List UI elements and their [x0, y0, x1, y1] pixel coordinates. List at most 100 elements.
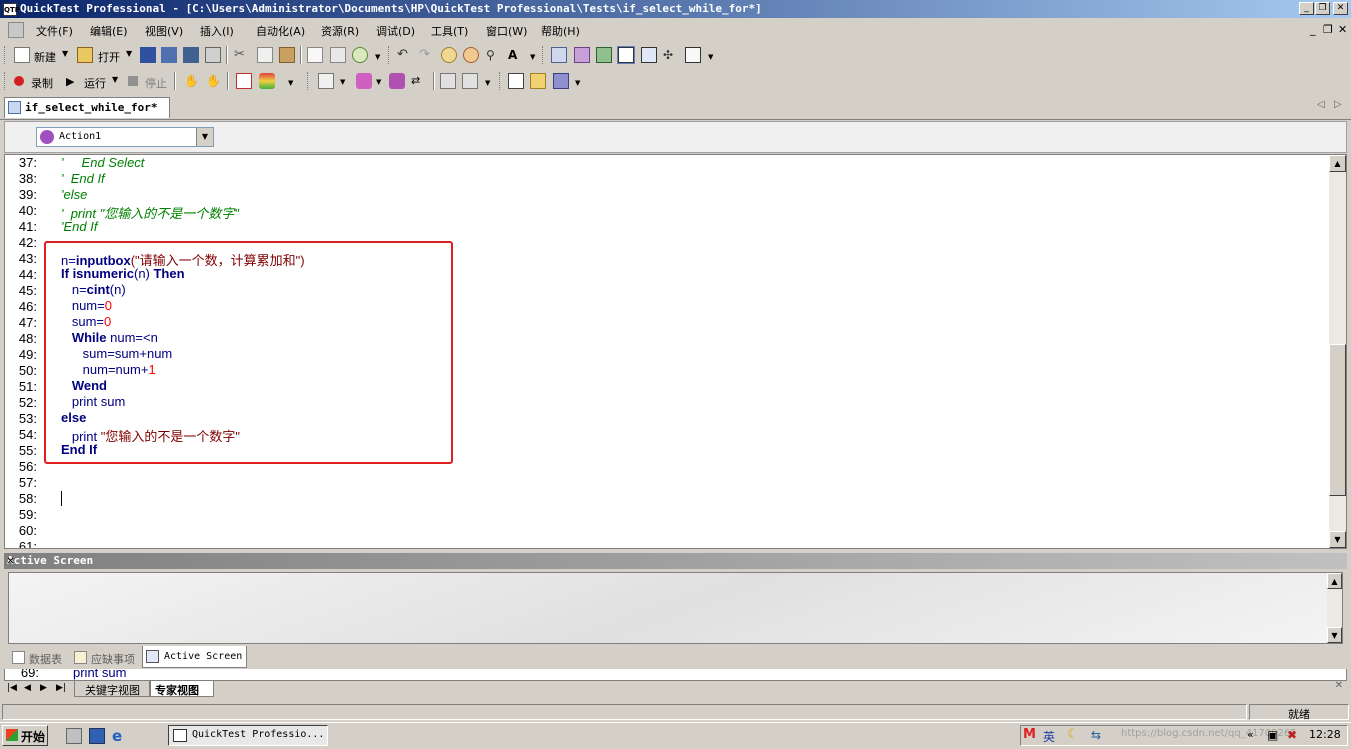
new-dropdown-icon[interactable]: ▼ [62, 49, 68, 58]
menu-window[interactable]: 窗口(W) [486, 23, 527, 39]
insert-step-icon[interactable] [318, 73, 334, 89]
missing-resources-icon[interactable] [530, 73, 546, 89]
resources-icon[interactable] [685, 47, 701, 63]
tray-expand-icon[interactable]: « [1247, 728, 1254, 741]
step-out-icon[interactable] [553, 73, 569, 89]
mdi-restore-icon[interactable]: ❐ [1323, 23, 1333, 36]
data-table-icon[interactable] [617, 46, 635, 64]
menu-file[interactable]: 文件(F) [36, 23, 73, 39]
tab-expert-view[interactable]: 专家视图 [150, 681, 214, 697]
stop-button-label[interactable]: 停止 [145, 75, 167, 91]
menu-tools[interactable]: 工具(T) [431, 23, 468, 39]
monitor-icon[interactable]: ▣ [1267, 728, 1278, 742]
run-icon[interactable]: ▶ [66, 75, 82, 91]
paste-icon[interactable] [279, 47, 295, 63]
scroll-down-icon[interactable]: ▼ [1329, 531, 1346, 548]
save-icon[interactable] [140, 47, 156, 63]
toolbar-overflow-icon[interactable]: ▼ [575, 79, 580, 87]
scroll-down-icon[interactable]: ▼ [1327, 627, 1342, 643]
network-icon[interactable]: ⇆ [1091, 728, 1101, 742]
tab-scroll-left-icon[interactable]: ◁ [1317, 99, 1325, 110]
code-line-comment[interactable]: ' End If [61, 171, 105, 186]
low-level-recording-icon[interactable]: ✋ [206, 73, 222, 89]
run-button-label[interactable]: 运行 [84, 75, 106, 91]
ie-browser-icon[interactable]: e [112, 727, 130, 745]
show-desktop-icon[interactable] [66, 728, 82, 744]
menu-debug[interactable]: 调试(D) [376, 23, 415, 39]
open-folder-icon[interactable] [77, 47, 93, 63]
tab-scroll-right-icon[interactable]: ▷ [1334, 99, 1342, 110]
code-line-comment[interactable]: ' End Select [61, 155, 144, 170]
replace-icon[interactable]: A [508, 47, 524, 63]
new-icon[interactable] [14, 47, 30, 63]
save-all-icon[interactable] [161, 47, 177, 63]
scroll-thumb[interactable] [1329, 344, 1346, 496]
comment-icon[interactable] [441, 47, 457, 63]
toolbar-overflow-icon[interactable]: ▼ [708, 53, 713, 61]
properties-icon[interactable] [330, 47, 346, 63]
editor-vertical-scrollbar[interactable]: ▲ ▼ [1329, 155, 1346, 548]
toolbar-overflow-icon[interactable]: ▼ [375, 53, 380, 61]
action-dropdown-icon[interactable]: ▼ [196, 128, 213, 146]
copy-icon[interactable] [257, 47, 273, 63]
active-screen-close-icon[interactable]: ✕ [7, 553, 1343, 567]
menu-automation[interactable]: 自动化(A) [256, 23, 305, 39]
object-spy-icon[interactable] [574, 47, 590, 63]
taskbar-app-qtp[interactable]: QuickTest Professio... [168, 725, 328, 746]
step-generator-icon[interactable]: ⇄ [411, 73, 427, 89]
tab-active-screen[interactable]: Active Screen [142, 646, 247, 668]
insert-step-dropdown-icon[interactable]: ▼ [340, 78, 345, 86]
first-page-icon[interactable]: |◀ [7, 683, 17, 693]
code-line-comment[interactable]: 'End If [61, 219, 97, 234]
undo-icon[interactable]: ↶ [397, 47, 413, 63]
ime-mode-icon[interactable]: 英 [1043, 728, 1055, 745]
menu-view[interactable]: 视图(V) [145, 23, 183, 39]
step-into-icon[interactable] [462, 73, 478, 89]
open-button-label[interactable]: 打开 [98, 49, 120, 65]
active-screen-scrollbar[interactable]: ▲ ▼ [1327, 573, 1342, 643]
minimize-button[interactable]: _ [1299, 2, 1314, 15]
toolbar-grip[interactable] [4, 72, 8, 90]
insert-call-dropdown-icon[interactable]: ▼ [376, 78, 381, 86]
error-icon[interactable]: ✖ [1287, 728, 1297, 742]
insert-action-icon[interactable] [389, 73, 405, 89]
toolbar-overflow-icon[interactable]: ▼ [288, 79, 293, 87]
menu-edit[interactable]: 编辑(E) [90, 23, 128, 39]
last-page-icon[interactable]: ▶| [56, 683, 66, 693]
find-icon[interactable]: ⚲ [486, 47, 502, 63]
save-with-resources-icon[interactable] [183, 47, 199, 63]
close-pane-icon[interactable]: ✕ [1335, 680, 1343, 691]
recovery-manager-icon[interactable] [596, 47, 612, 63]
qtp-app-icon[interactable]: QTP [3, 3, 20, 16]
redo-icon[interactable]: ↷ [419, 47, 435, 63]
mdi-doc-icon[interactable] [8, 22, 24, 38]
active-screen-icon[interactable] [641, 47, 657, 63]
start-button[interactable]: 开始 [2, 725, 48, 746]
cut-icon[interactable]: ✂ [234, 47, 250, 63]
menu-resources[interactable]: 资源(R) [321, 23, 359, 39]
moon-icon[interactable]: ☾ [1067, 727, 1079, 742]
prev-page-icon[interactable]: ◀ [24, 683, 31, 693]
mdi-close-icon[interactable]: ✕ [1338, 23, 1347, 36]
toolbar-overflow-icon[interactable]: ▼ [485, 79, 490, 87]
toolbar-overflow-icon[interactable]: ▼ [530, 53, 535, 61]
record-icon[interactable] [14, 76, 24, 86]
menu-insert[interactable]: 插入(I) [200, 23, 234, 39]
analog-recording-icon[interactable]: ✋ [184, 73, 200, 89]
code-line-comment[interactable]: 'else [61, 187, 87, 202]
toolbar-grip[interactable] [388, 46, 392, 64]
mdi-minimize-icon[interactable]: _ [1310, 23, 1316, 36]
restore-button[interactable]: ❐ [1315, 2, 1330, 15]
print-icon[interactable] [205, 47, 221, 63]
menu-help[interactable]: 帮助(H) [541, 23, 580, 39]
computer-icon[interactable] [89, 728, 105, 744]
tab-keyword-view[interactable]: 关键字视图 [74, 681, 150, 697]
close-button[interactable]: ✕ [1333, 2, 1348, 15]
m-tray-icon[interactable]: M [1023, 727, 1036, 742]
toolbar-grip[interactable] [542, 46, 546, 64]
run-dropdown-icon[interactable]: ▼ [112, 75, 118, 84]
uncomment-icon[interactable] [463, 47, 479, 63]
toolbar-grip[interactable] [307, 72, 311, 90]
stop-icon[interactable] [128, 76, 138, 86]
toolbar-grip[interactable] [4, 46, 8, 64]
